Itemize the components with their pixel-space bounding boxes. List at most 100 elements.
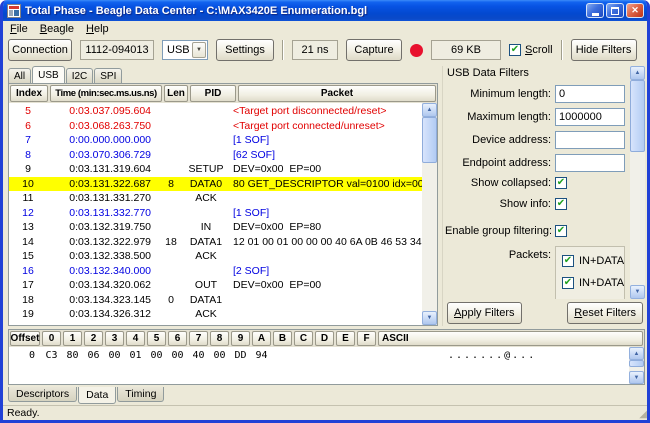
packet-table-scroll-down-icon[interactable]: ▼ — [422, 311, 437, 325]
hex-scroll-down-icon[interactable]: ▼ — [629, 371, 644, 384]
filter-field-row: Endpoint address: — [445, 154, 625, 172]
hex-col-header-F[interactable]: F — [357, 331, 376, 346]
cell-pid: ACK — [183, 249, 229, 264]
column-header-len[interactable]: Len — [164, 85, 188, 102]
hide-filters-button[interactable]: Hide Filters — [571, 39, 637, 61]
hex-byte — [294, 349, 313, 362]
hex-col-header-C[interactable]: C — [294, 331, 313, 346]
scroll-checkbox[interactable] — [509, 44, 521, 56]
filters-buttons: Apply Filters Reset Filters — [445, 299, 645, 326]
menu-help[interactable]: Help — [80, 23, 115, 35]
filters-scroll-track[interactable] — [630, 80, 645, 285]
cell-pid: ACK — [183, 191, 229, 206]
detail-tab-data[interactable]: Data — [78, 387, 116, 404]
capture-button[interactable]: Capture — [346, 39, 402, 61]
connection-button[interactable]: Connection — [8, 39, 72, 61]
hex-col-header-6[interactable]: 6 — [168, 331, 187, 346]
packet-row[interactable]: 100:03.131.322.6878DATA080 GET_DESCRIPTO… — [9, 177, 422, 192]
hex-scroll-track[interactable] — [629, 360, 644, 371]
menu-file[interactable]: File — [4, 23, 34, 35]
hex-byte — [315, 349, 334, 362]
protocol-tab-all[interactable]: All — [8, 68, 31, 83]
cell-time: 0:00.000.000.000 — [47, 133, 159, 148]
apply-filters-button[interactable]: Apply Filters — [447, 302, 522, 324]
cell-packet: [62 SOF] — [229, 148, 422, 163]
packet-row[interactable]: 150:03.132.338.500ACK — [9, 249, 422, 264]
hex-col-header-1[interactable]: 1 — [63, 331, 82, 346]
filters-scrollbar[interactable]: ▲▼ — [630, 66, 645, 299]
hex-col-header-9[interactable]: 9 — [231, 331, 250, 346]
hex-col-header-3[interactable]: 3 — [105, 331, 124, 346]
cell-index: 13 — [9, 220, 47, 235]
packet-row[interactable]: 130:03.132.319.750INDEV=0x00 EP=80 — [9, 220, 422, 235]
in-data-nak-checkbox[interactable] — [562, 277, 574, 289]
hex-col-header-7[interactable]: 7 — [189, 331, 208, 346]
filters-scroll-thumb[interactable] — [630, 80, 645, 152]
column-header-index[interactable]: Index — [10, 85, 48, 102]
packet-row[interactable]: 80:03.070.306.729[62 SOF] — [9, 148, 422, 163]
reset-filters-button[interactable]: Reset Filters — [567, 302, 643, 324]
packet-row[interactable]: 140:03.132.322.97918DATA112 01 00 01 00 … — [9, 235, 422, 250]
hex-col-header-A[interactable]: A — [252, 331, 271, 346]
protocol-tab-spi[interactable]: SPI — [94, 68, 122, 83]
show-info-checkbox[interactable] — [555, 198, 567, 210]
packet-row[interactable]: 120:03.131.332.770[1 SOF] — [9, 206, 422, 221]
packet-row[interactable]: 70:00.000.000.000[1 SOF] — [9, 133, 422, 148]
hex-offset-header[interactable]: Offset — [10, 331, 40, 346]
hex-ascii-header[interactable]: ASCII — [378, 331, 643, 346]
hex-scroll-thumb[interactable] — [629, 360, 644, 367]
packet-row[interactable]: 170:03.134.320.062OUTDEV=0x00 EP=00 — [9, 278, 422, 293]
protocol-combo[interactable]: USB ▼ — [162, 40, 208, 60]
maximum-length-input[interactable] — [555, 108, 625, 126]
packet-table-scroll-thumb[interactable] — [422, 117, 437, 163]
maximize-button[interactable] — [606, 3, 624, 18]
endpoint-address-input[interactable] — [555, 154, 625, 172]
minimum-length-input[interactable] — [555, 85, 625, 103]
toolbar: Connection 1112-094013 USB ▼ Settings 21… — [3, 36, 647, 64]
hex-col-header-8[interactable]: 8 — [210, 331, 229, 346]
filters-scroll-down-icon[interactable]: ▼ — [630, 285, 645, 299]
column-header-packet[interactable]: Packet — [238, 85, 436, 102]
protocol-tab-usb[interactable]: USB — [32, 66, 65, 83]
hex-scroll-up-icon[interactable]: ▲ — [629, 347, 644, 360]
scroll-toggle[interactable]: Scroll — [509, 44, 553, 56]
detail-tab-timing[interactable]: Timing — [117, 387, 164, 402]
hex-col-header-0[interactable]: 0 — [42, 331, 61, 346]
menu-beagle[interactable]: Beagle — [34, 23, 80, 35]
hex-col-header-E[interactable]: E — [336, 331, 355, 346]
show-collapsed-checkbox[interactable] — [555, 177, 567, 189]
packet-row[interactable]: 60:03.068.263.750<Target port connected/… — [9, 119, 422, 134]
chevron-down-icon[interactable]: ▼ — [192, 42, 206, 58]
minimize-button[interactable] — [586, 3, 604, 18]
close-button[interactable]: ✕ — [626, 3, 644, 18]
column-header-pid[interactable]: PID — [190, 85, 236, 102]
filters-scroll-up-icon[interactable]: ▲ — [630, 66, 645, 80]
enable-group-filtering-checkbox[interactable] — [555, 225, 567, 237]
packet-row[interactable]: 90:03.131.319.604SETUPDEV=0x00 EP=00 — [9, 162, 422, 177]
titlebar[interactable]: Total Phase - Beagle Data Center - C:\MA… — [3, 0, 647, 21]
packet-row[interactable]: 190:03.134.326.312ACK — [9, 307, 422, 322]
packet-row[interactable]: 110:03.131.331.270ACK — [9, 191, 422, 206]
packet-table-scroll-up-icon[interactable]: ▲ — [422, 103, 437, 117]
hex-col-header-B[interactable]: B — [273, 331, 292, 346]
packet-row[interactable]: 160:03.132.340.000[2 SOF] — [9, 264, 422, 279]
column-header-time[interactable]: Time (min:sec.ms.us.ns) — [50, 85, 162, 102]
packet-table-scroll-track[interactable] — [422, 117, 437, 311]
settings-button[interactable]: Settings — [216, 39, 274, 61]
packet-row[interactable]: 180:03.134.323.1450DATA1 — [9, 293, 422, 308]
hex-col-header-2[interactable]: 2 — [84, 331, 103, 346]
detail-tab-descriptors[interactable]: Descriptors — [8, 387, 77, 402]
packet-table-scrollbar[interactable]: ▲▼ — [422, 103, 437, 325]
resize-grip-icon[interactable]: ◢ — [633, 407, 647, 420]
hex-scrollbar[interactable]: ▲▼ — [629, 347, 644, 384]
packet-row[interactable]: 50:03.037.095.604<Target port disconnect… — [9, 104, 422, 119]
device-address-input[interactable] — [555, 131, 625, 149]
cell-index: 19 — [9, 307, 47, 322]
in-data-ack-checkbox[interactable] — [562, 255, 574, 267]
in-data-ack-label: IN+DATA+ACK — [579, 255, 625, 267]
app-icon — [7, 4, 21, 18]
protocol-tab-i2c[interactable]: I2C — [66, 68, 94, 83]
hex-col-header-4[interactable]: 4 — [126, 331, 145, 346]
hex-col-header-D[interactable]: D — [315, 331, 334, 346]
hex-col-header-5[interactable]: 5 — [147, 331, 166, 346]
